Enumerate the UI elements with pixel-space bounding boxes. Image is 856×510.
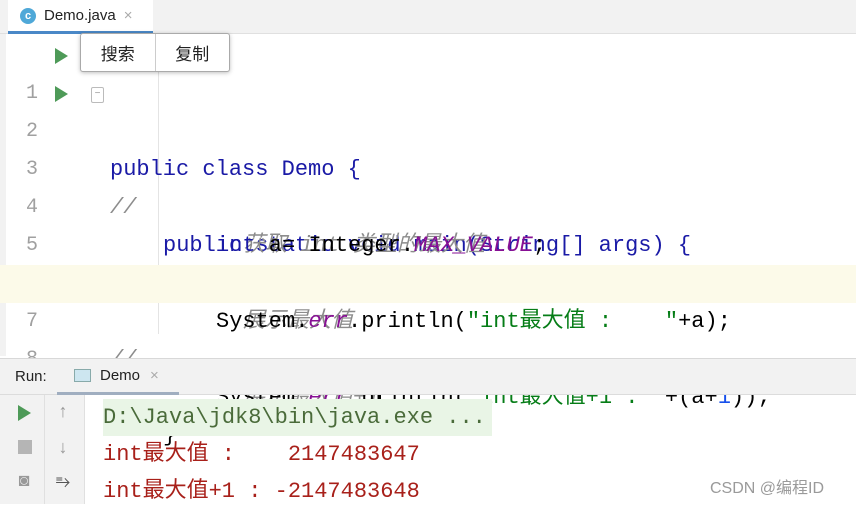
java-class-icon: c bbox=[20, 7, 36, 24]
run-tab-label: Demo bbox=[100, 367, 141, 384]
copy-button[interactable]: 复制 bbox=[154, 34, 230, 71]
console-icon bbox=[74, 369, 91, 382]
run-icon[interactable] bbox=[55, 48, 68, 64]
run-panel-header: Run: Demo × bbox=[0, 358, 856, 395]
camera-icon[interactable]: ◙ bbox=[14, 470, 34, 491]
tab-label: Demo.java bbox=[44, 7, 116, 24]
editor-tab-bar: c Demo.java × bbox=[0, 0, 856, 34]
tab-demo-java[interactable]: c Demo.java × bbox=[8, 0, 153, 34]
fold-icon[interactable]: − bbox=[91, 87, 104, 103]
run-toolbar: ◙ bbox=[0, 395, 45, 504]
code-line[interactable]: 3 // 获取 int 类型的最大值 bbox=[0, 113, 856, 258]
close-icon[interactable]: × bbox=[150, 367, 159, 384]
code-line[interactable]: 5 // 展示最大值 bbox=[0, 189, 856, 334]
run-tab-demo[interactable]: Demo × bbox=[57, 359, 179, 395]
close-icon[interactable]: × bbox=[124, 7, 133, 24]
context-popup: 搜索 复制 bbox=[80, 33, 230, 72]
code-line[interactable]: 8 System.err.println("int最大值+1 : "+(a+1)… bbox=[0, 303, 856, 410]
search-button[interactable]: 搜索 bbox=[81, 34, 155, 71]
code-line[interactable]: 4 int a= Integer.MAX_VALUE; bbox=[0, 151, 856, 258]
watermark: CSDN @编程ID bbox=[710, 480, 825, 497]
console-line: int最大值 : 2147483647 bbox=[103, 442, 420, 467]
rerun-icon[interactable] bbox=[18, 405, 31, 421]
arrow-up-icon[interactable]: ↑ bbox=[53, 401, 73, 422]
run-icon[interactable] bbox=[55, 86, 68, 102]
console-toolbar: ↑ ↓ ⥱ bbox=[45, 395, 85, 504]
code-line[interactable]: 6 System.err.println("int最大值 : "+a); bbox=[0, 227, 856, 334]
console-line: int最大值+1 : -2147483648 bbox=[103, 479, 420, 504]
code-line-current[interactable]: 7 // 展示最大值+1 bbox=[0, 265, 856, 410]
code-line[interactable]: 2 − public static void main(String[] arg… bbox=[0, 75, 856, 258]
arrow-down-icon[interactable]: ↓ bbox=[53, 437, 73, 458]
console-command-line: D:\Java\jdk8\bin\java.exe ... bbox=[103, 399, 492, 436]
soft-wrap-icon[interactable]: ⥱ bbox=[53, 471, 73, 492]
run-label: Run: bbox=[15, 368, 47, 385]
stop-icon[interactable] bbox=[18, 440, 32, 454]
